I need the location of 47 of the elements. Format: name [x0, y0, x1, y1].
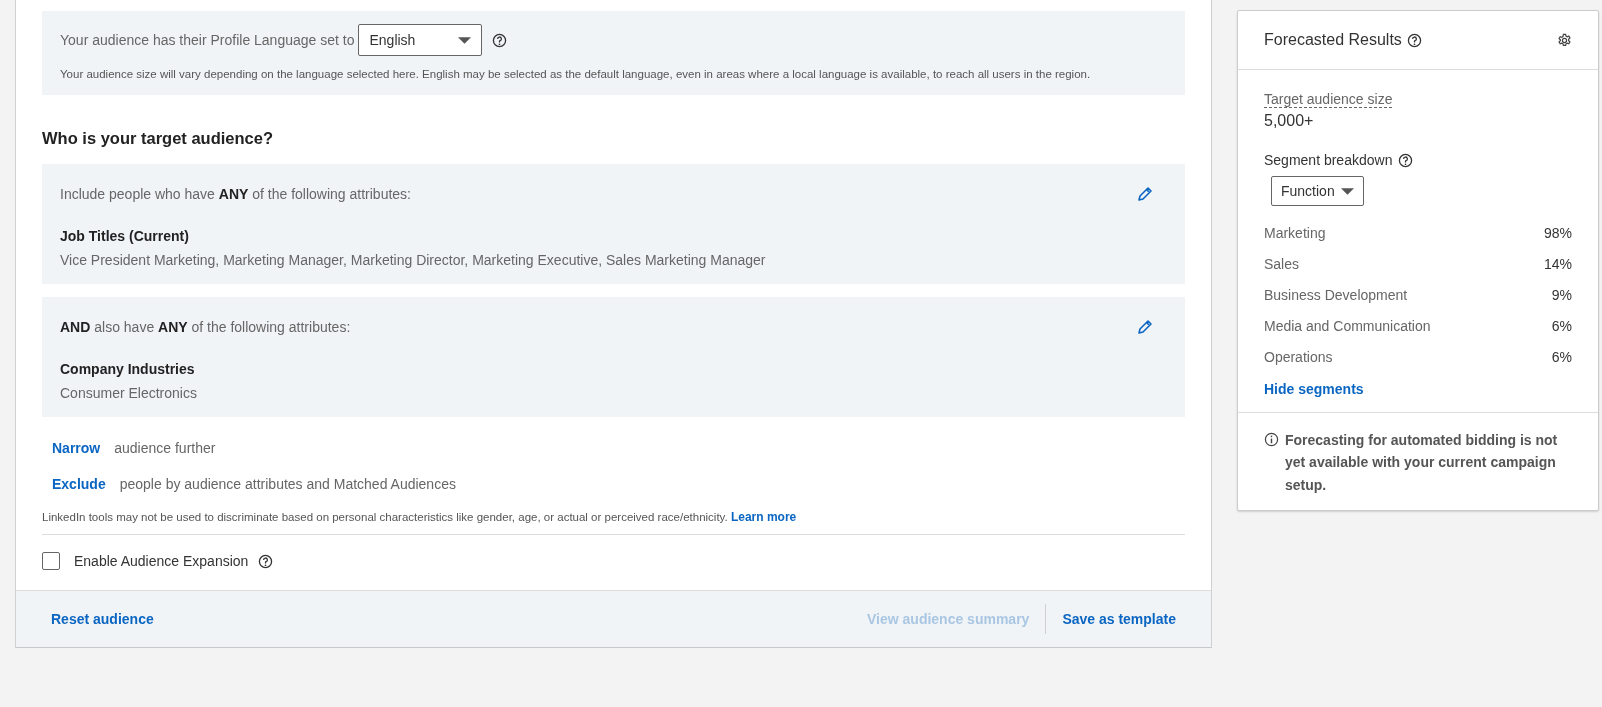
attribute-title: Job Titles (Current)	[60, 228, 190, 245]
help-icon[interactable]	[1398, 152, 1414, 168]
learn-more-link[interactable]: Learn more	[730, 510, 797, 525]
segment-share: 6%	[1551, 318, 1572, 334]
audience-size-value: 5,000+	[1264, 112, 1315, 130]
pencil-icon[interactable]	[1137, 319, 1153, 336]
attribute-intro: AND also have ANY of the following attributes:	[60, 319, 351, 336]
section-heading: Who is your target audience?	[42, 129, 275, 149]
audience-size-label[interactable]: Target audience size	[1264, 91, 1393, 108]
segment-share: 14%	[1543, 256, 1572, 272]
language-dropdown[interactable]: English	[358, 24, 483, 56]
caret-icon	[1340, 187, 1354, 195]
action-description: audience further	[114, 440, 216, 457]
action-link[interactable]: Narrow	[52, 440, 101, 457]
segment-dropdown[interactable]: Function	[1271, 176, 1364, 206]
segment-breakdown-label: Segment breakdown	[1264, 152, 1393, 168]
disclaimer-text: LinkedIn tools may not be used to discriminate based on personal characteristics like gender, age, or actual or perceived race/ethnicity. Learn more	[42, 510, 798, 525]
expansion-label: Enable Audience Expansion	[74, 553, 249, 570]
checkbox[interactable]	[42, 552, 60, 571]
card-title: Forecasted Results	[1264, 31, 1402, 49]
help-icon[interactable]	[258, 553, 274, 569]
footer-button[interactable]: Save as template	[1062, 611, 1176, 628]
help-icon[interactable]	[1406, 32, 1422, 48]
language-note: Your audience size will vary depending on the language selected here. English may be selected as the default language, even in areas where a local language is available, to reach all users in the region.	[60, 67, 1092, 82]
action-link[interactable]: Exclude	[52, 476, 106, 493]
action-description: people by audience attributes and Matched Audiences	[119, 476, 456, 493]
caret-icon	[458, 36, 472, 44]
segment-name: Media and Communication	[1264, 318, 1431, 334]
attribute-title: Company Industries	[60, 361, 196, 378]
reset-audience-link[interactable]: Reset audience	[51, 611, 154, 628]
segment-name: Sales	[1264, 256, 1300, 272]
pencil-icon[interactable]	[1137, 186, 1153, 203]
info-icon	[1264, 432, 1279, 447]
segment-name: Business Development	[1264, 287, 1408, 303]
hide-segments-link[interactable]: Hide segments	[1264, 381, 1364, 397]
segment-share: 6%	[1551, 349, 1572, 365]
segment-name: Marketing	[1264, 225, 1326, 241]
attribute-values: Vice President Marketing, Marketing Manager, Marketing Director, Marketing Executive, Sales Marketing Manager	[60, 252, 767, 269]
settings-icon[interactable]	[1557, 32, 1572, 48]
help-icon[interactable]	[492, 32, 508, 48]
language-label: Your audience has their Profile Language set to	[60, 32, 355, 48]
segment-share: 98%	[1543, 225, 1572, 241]
segment-share: 9%	[1551, 287, 1572, 303]
attribute-intro: Include people who have ANY of the following attributes:	[60, 186, 411, 203]
segment-name: Operations	[1264, 349, 1333, 365]
attribute-values: Consumer Electronics	[60, 385, 198, 402]
forecast-notice: Forecasting for automated bidding is not yet available with your current campaign setup.	[1285, 431, 1559, 495]
